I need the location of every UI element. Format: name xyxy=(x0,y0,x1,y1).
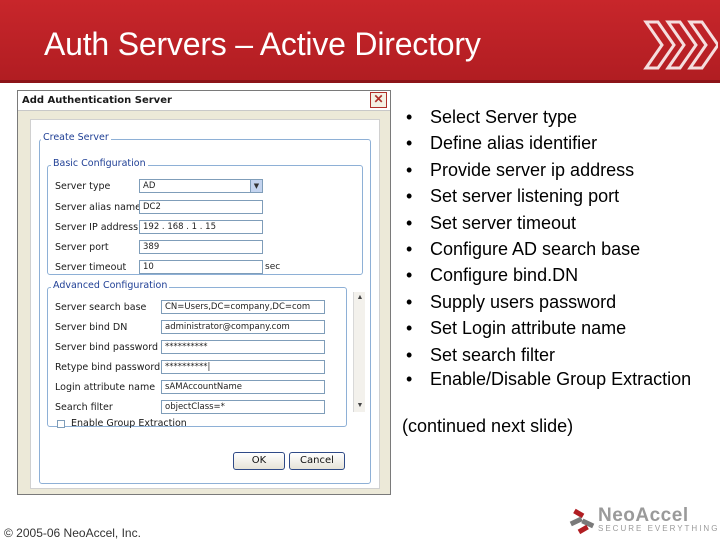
scroll-up-icon[interactable]: ▲ xyxy=(354,292,366,304)
bind-password-label: Server bind password xyxy=(55,342,159,353)
server-ip-label: Server IP address xyxy=(55,222,139,233)
chevron-arrows-icon xyxy=(643,20,718,70)
bind-password-input[interactable]: ********** xyxy=(161,340,325,354)
login-attribute-label: Login attribute name xyxy=(55,382,156,393)
dialog-body: Create Server Basic Configuration Server… xyxy=(30,119,380,489)
list-item: • Configure AD search base xyxy=(406,239,641,260)
bind-dn-label: Server bind DN xyxy=(55,322,128,333)
scroll-down-icon[interactable]: ▼ xyxy=(354,400,366,412)
login-attribute-input[interactable]: sAMAccountName xyxy=(161,380,325,394)
search-filter-input[interactable]: objectClass=* xyxy=(161,400,325,414)
header-divider xyxy=(0,80,720,83)
retype-password-input[interactable]: **********| xyxy=(161,360,325,374)
basic-config-legend: Basic Configuration xyxy=(51,158,148,169)
slide-header: Auth Servers – Active Directory xyxy=(0,0,720,80)
list-item: • Set Login attribute name xyxy=(406,318,627,339)
list-item: • Set server listening port xyxy=(406,186,620,207)
copyright-text: © 2005-06 NeoAccel, Inc. xyxy=(4,526,141,540)
close-icon[interactable]: ✕ xyxy=(370,92,387,108)
advanced-scrollbar[interactable]: ▲ ▼ xyxy=(353,292,365,412)
search-base-label: Server search base xyxy=(55,302,147,313)
logo-tagline: SECURE EVERYTHING xyxy=(598,524,720,533)
server-alias-input[interactable]: DC2 xyxy=(139,200,263,214)
add-auth-server-dialog: Add Authentication Server ✕ Create Serve… xyxy=(17,90,391,495)
server-timeout-input[interactable]: 10 xyxy=(139,260,263,274)
server-alias-label: Server alias name xyxy=(55,202,142,213)
create-server-legend: Create Server xyxy=(41,132,111,143)
list-item: • Supply users password xyxy=(406,291,617,312)
timeout-unit: sec xyxy=(265,262,281,272)
bullet-list: • Select Server type • Define alias identi… xyxy=(402,104,718,390)
advanced-config-legend: Advanced Configuration xyxy=(51,280,170,291)
search-base-input[interactable]: CN=Users,DC=company,DC=com xyxy=(161,300,325,314)
server-port-label: Server port xyxy=(55,242,109,253)
list-item: • Set search filter xyxy=(406,344,556,365)
list-item: • Define alias identifier xyxy=(406,133,598,154)
list-item: • Set server timeout xyxy=(406,212,577,233)
bind-dn-input[interactable]: administrator@company.com xyxy=(161,320,325,334)
continued-note: (continued next slide) xyxy=(402,416,574,436)
dialog-titlebar: Add Authentication Server ✕ xyxy=(18,91,390,111)
server-type-label: Server type xyxy=(55,181,111,192)
server-ip-input[interactable]: 192 . 168 . 1 . 15 xyxy=(139,220,263,234)
retype-password-label: Retype bind password xyxy=(55,362,161,373)
slide-title: Auth Servers – Active Directory xyxy=(44,26,481,62)
list-item: • Configure bind.DN xyxy=(406,265,579,286)
group-extraction-checkbox[interactable] xyxy=(57,420,65,428)
cancel-button[interactable]: Cancel xyxy=(289,452,345,470)
server-timeout-label: Server timeout xyxy=(55,262,127,273)
group-extraction-label: Enable Group Extraction xyxy=(71,418,187,428)
chevron-down-icon[interactable]: ▼ xyxy=(250,180,262,192)
list-item: • Enable/Disable Group Extraction xyxy=(406,369,692,390)
list-item: • Provide server ip address xyxy=(406,159,635,180)
list-item: • Select Server type xyxy=(406,107,578,127)
server-type-select[interactable]: AD ▼ xyxy=(139,179,263,193)
dialog-title: Add Authentication Server xyxy=(22,95,172,106)
server-port-input[interactable]: 389 xyxy=(139,240,263,254)
search-filter-label: Search filter xyxy=(55,402,113,413)
ok-button[interactable]: OK xyxy=(233,452,285,470)
